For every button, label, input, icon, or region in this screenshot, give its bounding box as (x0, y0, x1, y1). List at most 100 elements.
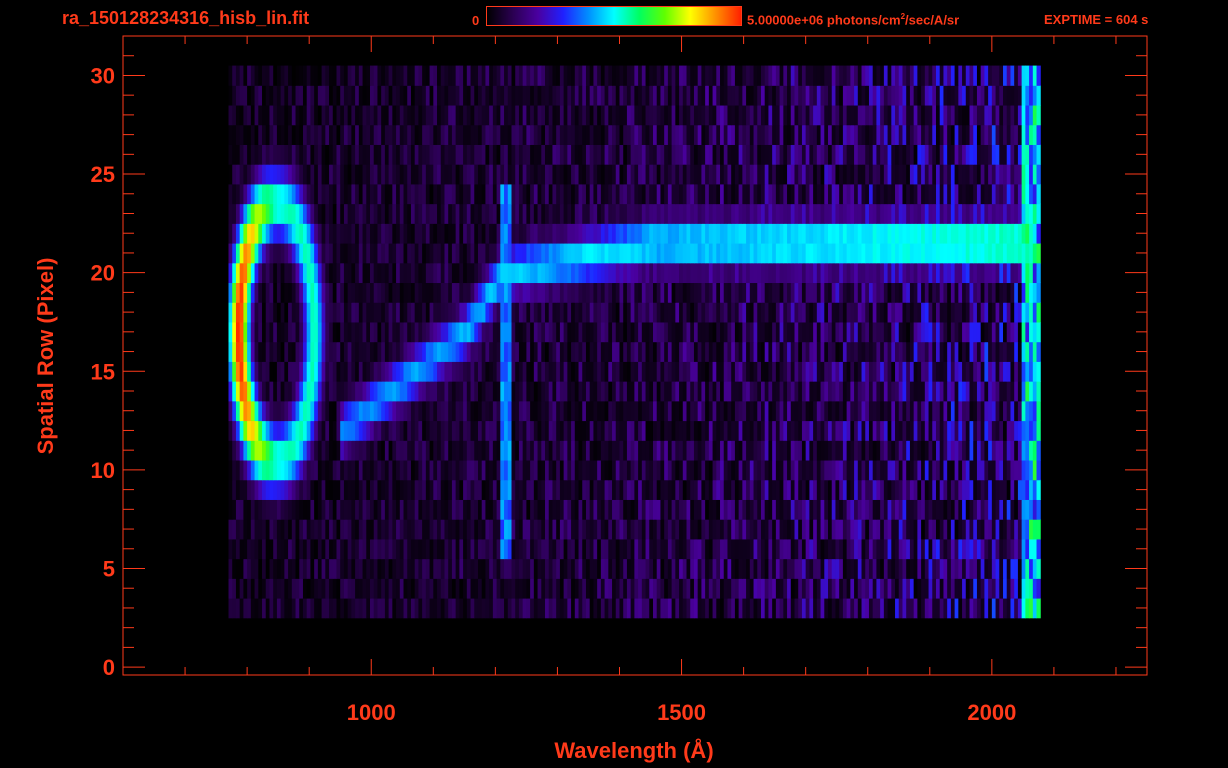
heatmap-cell (656, 558, 661, 579)
heatmap-cell (504, 440, 509, 461)
heatmap-cell (962, 578, 967, 599)
heatmap-cell (232, 400, 237, 422)
heatmap-cell (976, 223, 982, 244)
heatmap-cell (742, 361, 747, 382)
heatmap-cell (247, 164, 252, 185)
heatmap-cell (366, 183, 371, 205)
heatmap-cell (474, 558, 479, 579)
heatmap-cell (865, 282, 870, 303)
heatmap-cell (932, 519, 937, 540)
heatmap-cell (906, 203, 911, 224)
heatmap-cell (805, 400, 810, 422)
heatmap-cell (939, 578, 944, 599)
heatmap-cell (913, 578, 918, 599)
heatmap-cell (343, 519, 349, 540)
heatmap-cell (343, 381, 349, 402)
heatmap-cell (585, 321, 591, 343)
heatmap-cell (477, 558, 483, 579)
heatmap-cell (980, 183, 985, 205)
heatmap-cell (492, 203, 498, 224)
heatmap-cell (1025, 598, 1030, 619)
heatmap-cell (675, 361, 680, 382)
heatmap-cell (492, 223, 498, 244)
heatmap-cell (1006, 479, 1011, 500)
heatmap-cell (772, 538, 777, 560)
heatmap-cell (1032, 598, 1038, 619)
heatmap-cell (991, 558, 997, 579)
heatmap-cell (809, 164, 814, 185)
heatmap-cell (1006, 262, 1011, 284)
heatmap-cell (921, 203, 926, 224)
heatmap-cell (280, 578, 285, 599)
heatmap-cell (634, 479, 639, 500)
heatmap-cell (880, 499, 885, 520)
heatmap-cell (965, 400, 971, 422)
heatmap-cell (444, 381, 449, 402)
heatmap-cell (425, 361, 431, 382)
heatmap-cell (295, 400, 300, 422)
heatmap-cell (976, 381, 982, 402)
heatmap-cell (708, 203, 714, 224)
heatmap-cell (809, 558, 814, 579)
heatmap-cell (407, 578, 412, 599)
heatmap-cell (973, 578, 978, 599)
heatmap-cell (671, 243, 676, 264)
heatmap-cell (381, 499, 386, 520)
heatmap-cell (738, 243, 743, 264)
heatmap-cell (567, 243, 572, 264)
heatmap-cell (895, 341, 900, 362)
heatmap-cell (906, 420, 911, 441)
heatmap-cell (239, 519, 244, 540)
heatmap-cell (708, 440, 714, 461)
heatmap-cell (988, 341, 993, 362)
heatmap-cell (880, 282, 885, 303)
heatmap-cell (913, 203, 918, 224)
heatmap-cell (831, 400, 836, 422)
heatmap-cell (768, 538, 773, 560)
heatmap-cell (437, 400, 442, 422)
heatmap-cell (336, 321, 341, 343)
heatmap-cell (1017, 598, 1023, 619)
heatmap-cell (299, 519, 304, 540)
heatmap-cell (671, 164, 676, 185)
heatmap-cell (582, 262, 587, 284)
heatmap-cell (697, 302, 702, 323)
heatmap-cell (1006, 440, 1011, 461)
heatmap-cell (288, 262, 293, 284)
heatmap-cell (265, 578, 270, 599)
heatmap-cell (679, 243, 684, 264)
heatmap-cell (768, 460, 773, 481)
heatmap-cell (880, 321, 885, 343)
heatmap-cell (932, 381, 937, 402)
heatmap-cell (962, 302, 967, 323)
heatmap-cell (947, 183, 952, 205)
heatmap-cell (630, 538, 635, 560)
heatmap-cell (779, 183, 784, 205)
heatmap-cell (541, 321, 546, 343)
heatmap-cell (485, 341, 490, 362)
heatmap-cell (396, 558, 401, 579)
heatmap-cell (887, 400, 892, 422)
heatmap-cell (355, 440, 360, 461)
heatmap-cell (660, 538, 665, 560)
heatmap-cell (384, 164, 390, 185)
heatmap-cell (656, 302, 661, 323)
heatmap-cell (254, 538, 259, 560)
heatmap-cell (723, 164, 728, 185)
heatmap-cell (496, 282, 501, 303)
heatmap-cell (448, 164, 453, 185)
heatmap-cell (474, 538, 479, 560)
heatmap-cell (787, 499, 792, 520)
heatmap-cell (969, 519, 974, 540)
heatmap-cell (347, 519, 352, 540)
heatmap-cell (306, 420, 311, 441)
heatmap-cell (634, 321, 639, 343)
heatmap-cell (299, 538, 304, 560)
heatmap-cell (746, 400, 751, 422)
heatmap-cell (995, 499, 1000, 520)
heatmap-cell (1021, 538, 1026, 560)
heatmap-cell (492, 243, 498, 264)
heatmap-cell (254, 243, 259, 264)
heatmap-cell (652, 183, 658, 205)
heatmap-cell (790, 400, 795, 422)
